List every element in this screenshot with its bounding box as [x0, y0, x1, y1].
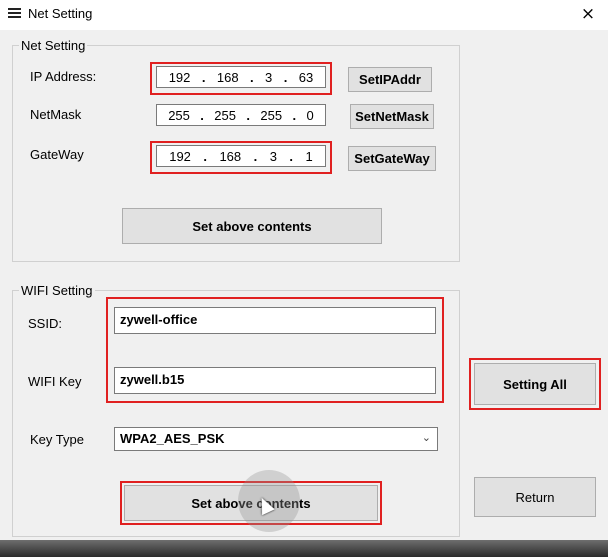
octet-dot: .	[246, 107, 251, 123]
key-type-label: Key Type	[30, 432, 84, 447]
ip-address-input[interactable]: 192. 168. 3. 63	[156, 66, 326, 88]
netmask-octet-4: 0	[306, 107, 314, 123]
net-set-above-button[interactable]: Set above contents	[122, 208, 382, 244]
octet-dot: .	[201, 69, 206, 85]
set-ip-button[interactable]: SetIPAddr	[348, 67, 432, 92]
ip-octet-3: 3	[265, 69, 273, 85]
key-type-value: WPA2_AES_PSK	[120, 431, 225, 446]
wifi-set-above-button[interactable]: Set above contents	[124, 485, 378, 521]
wifi-setting-legend: WIFI Setting	[21, 283, 93, 298]
return-button[interactable]: Return	[474, 477, 596, 517]
set-netmask-button[interactable]: SetNetMask	[350, 104, 434, 129]
gateway-octet-4: 1	[305, 148, 313, 164]
netmask-octet-3: 255	[260, 107, 283, 123]
bottom-edge	[0, 540, 608, 557]
ip-octet-1: 192	[168, 69, 191, 85]
octet-dot: .	[200, 107, 204, 123]
net-setting-legend: Net Setting	[21, 38, 86, 53]
octet-dot: .	[283, 69, 288, 85]
gateway-input[interactable]: 192. 168. 3. 1	[156, 145, 326, 167]
ssid-label: SSID:	[28, 316, 62, 331]
set-gateway-button[interactable]: SetGateWay	[348, 146, 436, 171]
close-button[interactable]: ×	[576, 2, 600, 26]
window-title: Net Setting	[28, 6, 93, 21]
ssid-input[interactable]: zywell-office	[114, 307, 436, 334]
ip-octet-4: 63	[298, 69, 314, 85]
netmask-octet-2: 255	[214, 107, 236, 123]
ip-octet-2: 168	[216, 69, 239, 85]
setting-all-button[interactable]: Setting All	[474, 363, 596, 405]
octet-dot: .	[250, 69, 254, 85]
netmask-input[interactable]: 255. 255. 255. 0	[156, 104, 326, 126]
gateway-octet-1: 192	[169, 148, 191, 164]
title-bar: Net Setting ×	[0, 0, 608, 30]
octet-dot: .	[203, 148, 207, 164]
key-type-select[interactable]: WPA2_AES_PSK ⌄	[114, 427, 438, 451]
octet-dot: .	[253, 148, 258, 164]
gateway-octet-2: 168	[219, 148, 242, 164]
gateway-label: GateWay	[30, 147, 84, 162]
octet-dot: .	[289, 148, 293, 164]
wifi-key-input[interactable]: zywell.b15	[114, 367, 436, 394]
octet-dot: .	[292, 107, 297, 123]
netmask-octet-1: 255	[168, 107, 190, 123]
netmask-label: NetMask	[30, 107, 82, 122]
ip-address-label: IP Address:	[30, 69, 97, 84]
menu-lines-icon	[8, 8, 21, 20]
gateway-octet-3: 3	[269, 148, 277, 164]
wifi-key-label: WIFI Key	[28, 374, 82, 389]
chevron-down-icon: ⌄	[421, 432, 431, 444]
